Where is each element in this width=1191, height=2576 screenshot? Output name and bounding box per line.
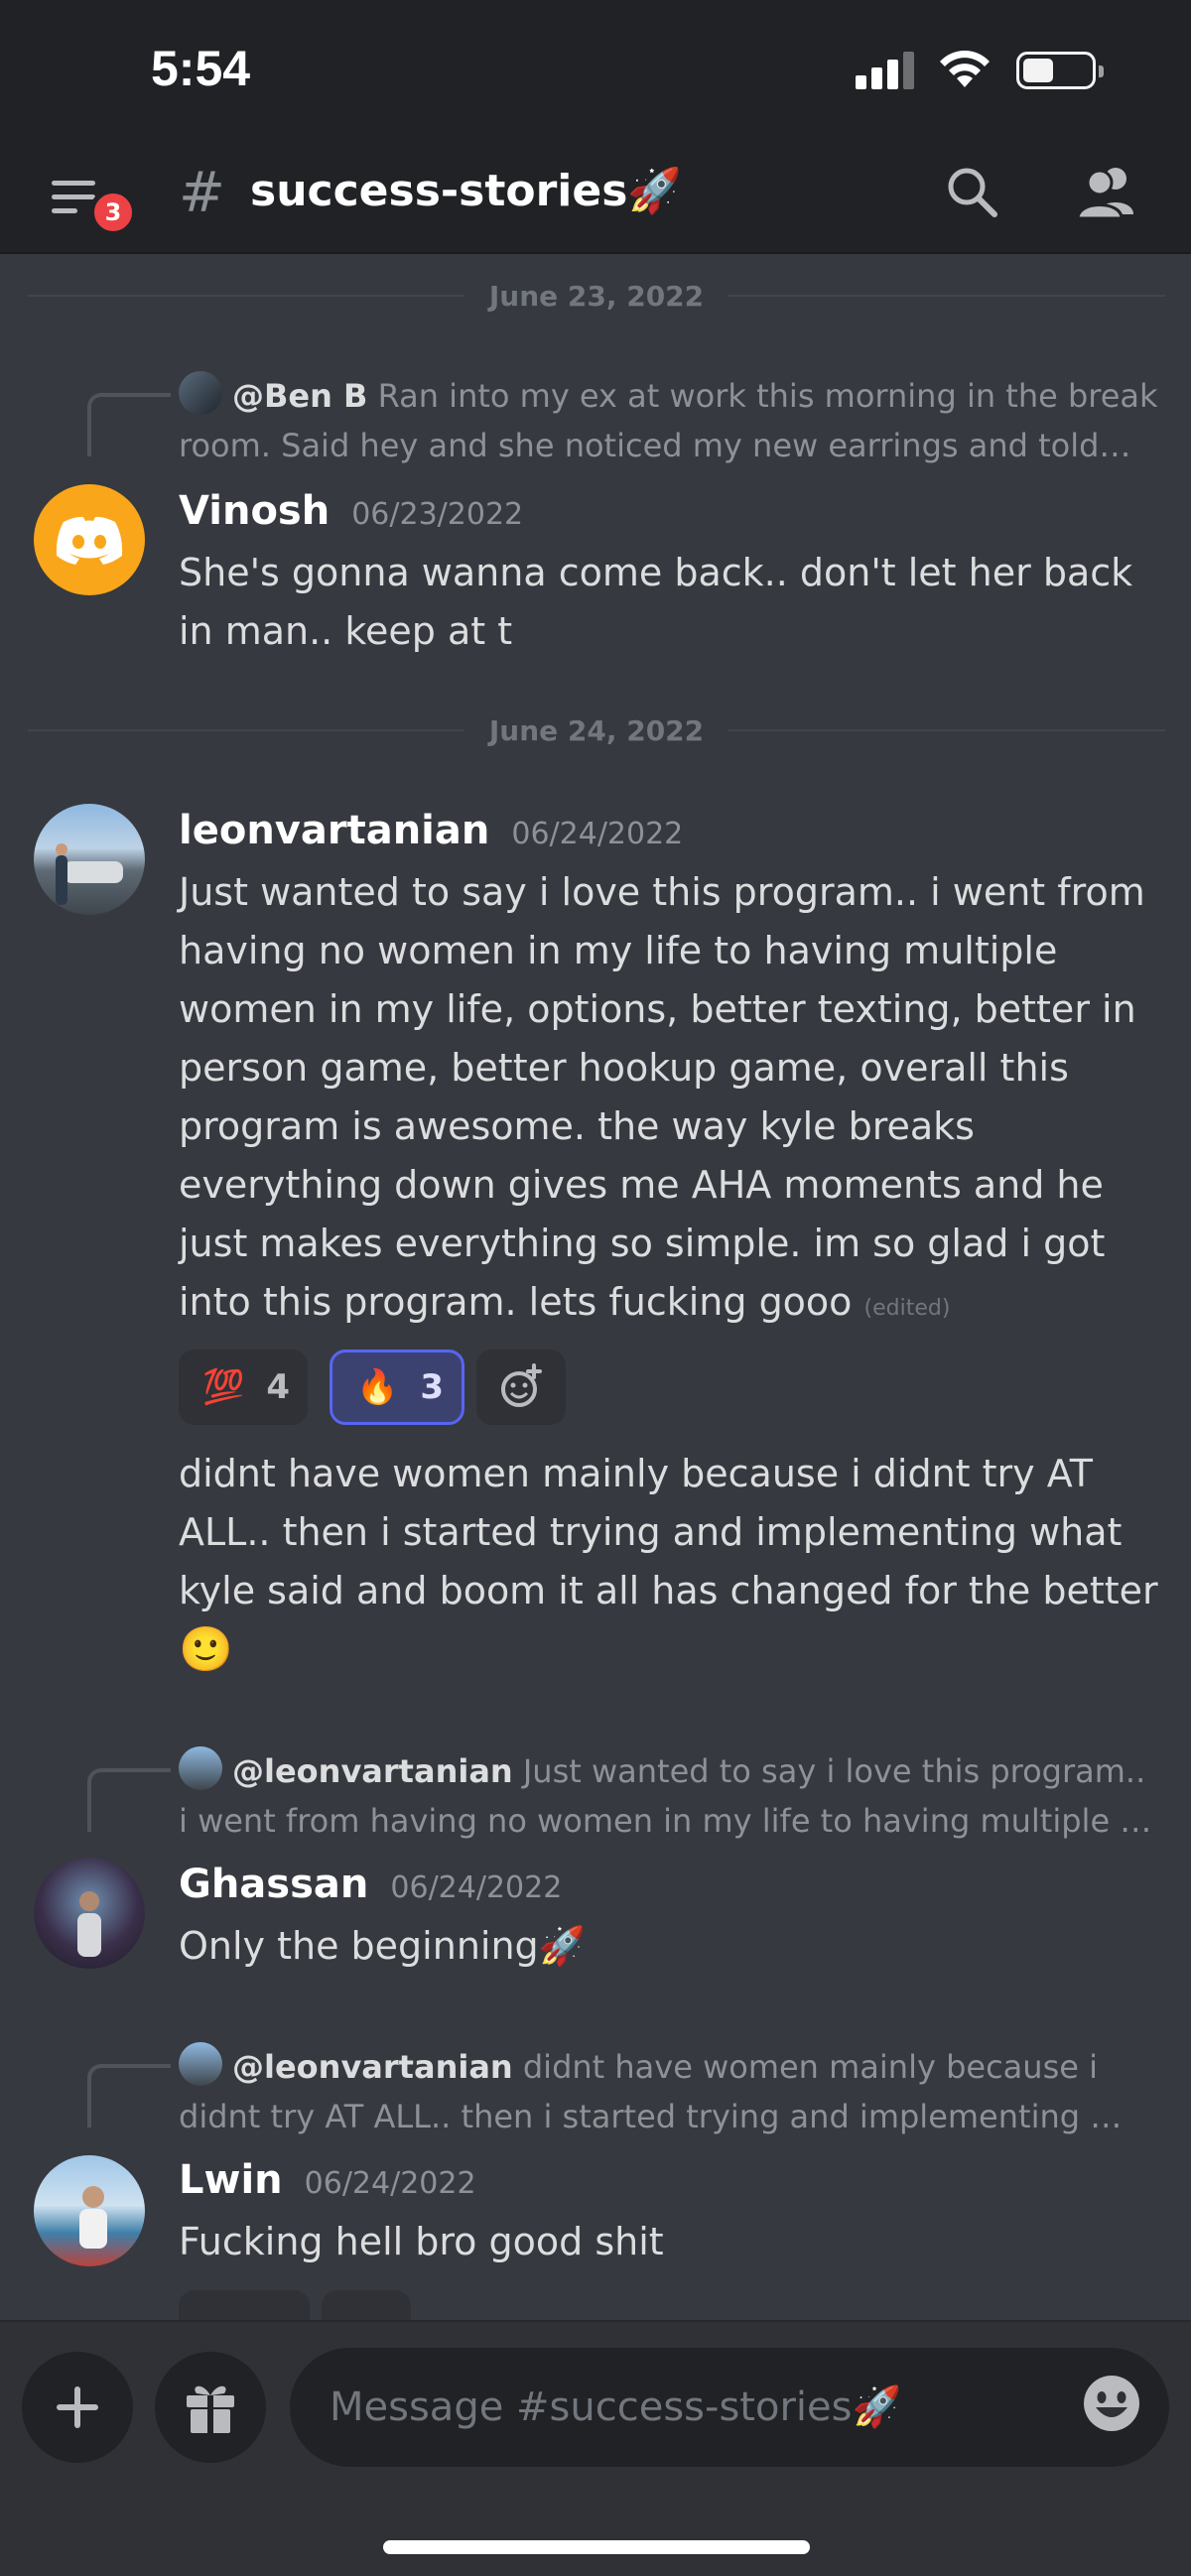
discord-logo-icon xyxy=(56,516,123,565)
message-body: didnt have women mainly because i didnt … xyxy=(179,1452,1158,1612)
message-timestamp: 06/24/2022 xyxy=(304,2166,476,2201)
emoji-picker-icon[interactable] xyxy=(1080,2372,1143,2435)
author-name[interactable]: leonvartanian xyxy=(179,808,489,853)
avatar[interactable] xyxy=(34,484,145,595)
reply-avatar xyxy=(179,2042,222,2086)
reply-preview[interactable]: @leonvartanian didnt have women mainly b… xyxy=(179,2042,1161,2141)
reply-connector xyxy=(87,393,171,456)
plus-icon xyxy=(57,2386,98,2428)
avatar-photo xyxy=(77,1891,101,1957)
reply-connector xyxy=(87,2064,171,2127)
reply-preview[interactable]: @Ben B Ran into my ex at work this morni… xyxy=(179,371,1161,470)
message-text: Only the beginning🚀 xyxy=(179,1924,586,1968)
battery-icon xyxy=(1016,52,1104,89)
message-header: Vinosh 06/23/2022 xyxy=(179,488,523,534)
reply-preview[interactable]: @leonvartanian Just wanted to say i love… xyxy=(179,1746,1161,1846)
avatar-photo xyxy=(79,2186,107,2249)
add-reaction-button[interactable] xyxy=(322,2290,411,2320)
message-text: She's gonna wanna come back.. don't let … xyxy=(179,551,1133,653)
slight-smile-icon: 🙂 xyxy=(179,1624,233,1675)
message-input[interactable]: Message #success-stories🚀 xyxy=(290,2348,1169,2467)
author-name[interactable]: Ghassan xyxy=(179,1862,368,1907)
message-text: didnt have women mainly because i didnt … xyxy=(179,1445,1161,1681)
reply-connector xyxy=(87,1768,171,1832)
members-icon[interactable] xyxy=(1074,163,1139,224)
reply-avatar xyxy=(179,371,222,415)
message-text: Fucking hell bro good shit xyxy=(179,2220,664,2263)
date-divider: June 23, 2022 xyxy=(28,280,1165,313)
notification-badge: 3 xyxy=(89,189,137,236)
reaction-fire[interactable]: 🔥 3 xyxy=(330,1350,464,1425)
date-divider: June 24, 2022 xyxy=(28,714,1165,747)
avatar-photo xyxy=(56,843,123,905)
author-name[interactable]: Vinosh xyxy=(179,488,330,534)
edited-label: (edited) xyxy=(863,1296,951,1321)
channel-hash-icon: # xyxy=(179,161,225,225)
reply-author: @leonvartanian xyxy=(232,1752,513,1790)
avatar[interactable] xyxy=(34,804,145,915)
avatar[interactable] xyxy=(34,1858,145,1969)
wifi-icon xyxy=(940,51,990,87)
add-reaction-button[interactable] xyxy=(476,1350,566,1425)
message-list[interactable]: June 23, 2022 @Ben B Ran into my ex at w… xyxy=(0,256,1191,2320)
gift-icon xyxy=(187,2385,234,2433)
message-composer: Message #success-stories🚀 xyxy=(0,2320,1191,2576)
channel-title[interactable]: success-stories🚀 xyxy=(250,165,682,216)
cellular-signal-icon xyxy=(856,52,915,89)
search-icon[interactable] xyxy=(943,163,1004,224)
reply-author: @leonvartanian xyxy=(232,2048,513,2086)
message-header: Ghassan 06/24/2022 xyxy=(179,1862,562,1907)
message-header: Lwin 06/24/2022 xyxy=(179,2157,476,2203)
reaction-100[interactable]: 💯 4 xyxy=(179,1350,308,1425)
add-attachment-button[interactable] xyxy=(22,2352,133,2463)
author-name[interactable]: Lwin xyxy=(179,2157,283,2203)
fire-icon: 🔥 xyxy=(356,1367,399,1407)
reaction-count: 3 xyxy=(420,1367,445,1407)
message-timestamp: 06/24/2022 xyxy=(511,817,684,851)
reaction-count: 4 xyxy=(266,1367,291,1407)
message-timestamp: 06/24/2022 xyxy=(390,1870,563,1905)
avatar[interactable] xyxy=(34,2155,145,2266)
message-text: Just wanted to say i love this program..… xyxy=(179,863,1161,1338)
message-header: leonvartanian 06/24/2022 xyxy=(179,808,683,853)
home-indicator[interactable] xyxy=(383,2540,810,2554)
reaction-partial[interactable] xyxy=(179,2290,310,2320)
hundred-points-icon: 💯 xyxy=(202,1367,245,1407)
add-emoji-icon xyxy=(501,1363,542,1407)
gift-button[interactable] xyxy=(155,2352,266,2463)
reply-author: @Ben B xyxy=(232,377,368,415)
status-bar: 5:54 xyxy=(0,0,1191,139)
status-time: 5:54 xyxy=(151,41,251,96)
reply-avatar xyxy=(179,1746,222,1790)
channel-header: 3 # success-stories🚀 xyxy=(0,139,1191,254)
message-body: Just wanted to say i love this program..… xyxy=(179,870,1145,1324)
message-timestamp: 06/23/2022 xyxy=(351,497,524,532)
